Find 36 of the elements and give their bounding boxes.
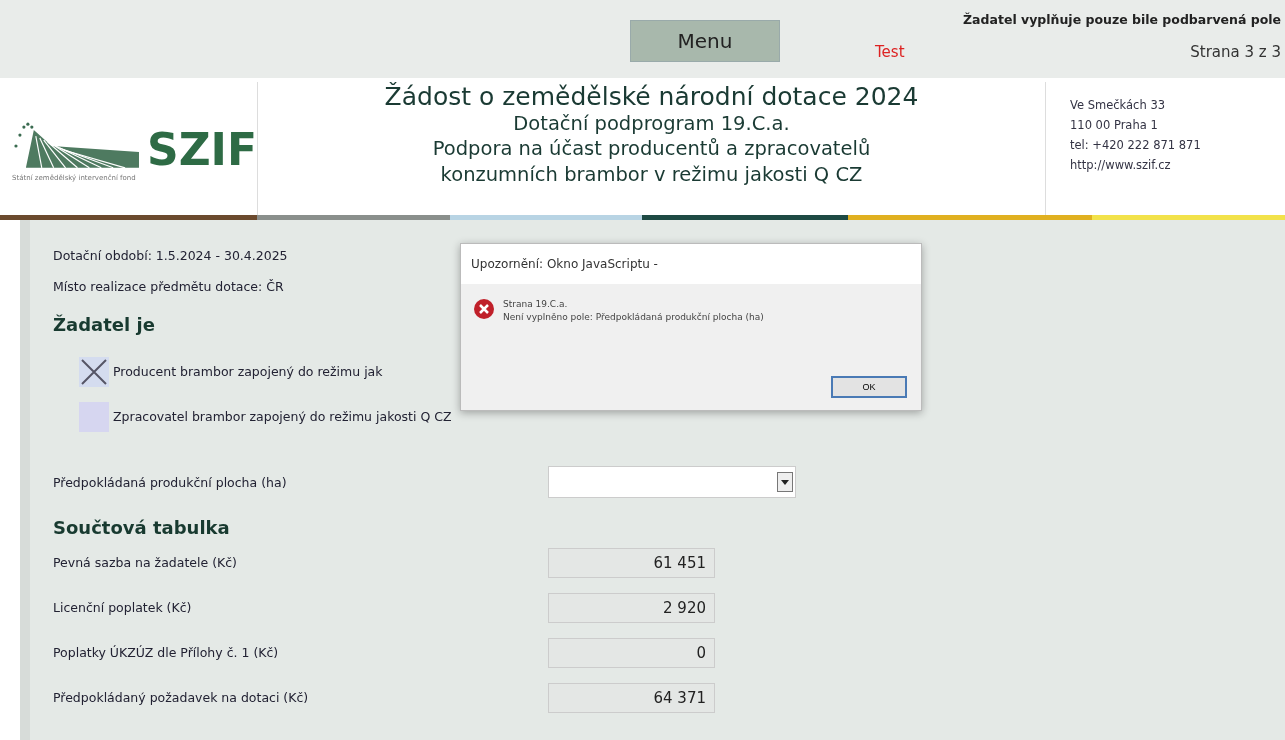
page-subtitle: konzumních brambor v režimu jakosti Q CZ: [440, 161, 863, 188]
dialog-title: Upozornění: Okno JavaScriptu -: [461, 244, 921, 284]
dialog-message: Není vyplněno pole: Předpokládaná produkční plocha (ha): [503, 310, 764, 324]
row-label: Předpokládaný požadavek na dotaci (Kč): [53, 689, 310, 707]
info-text: Místo realizace předmětu dotace: ČR: [53, 278, 284, 296]
info-text: Dotační období: 1.5.2024 - 30.4.2025: [53, 247, 288, 265]
page-subtitle: Podpora na účast producentů a zpracovatelů: [432, 136, 871, 162]
address-line: 110 00 Praha 1: [1070, 118, 1159, 132]
address-line: Ve Smečkách 33: [1070, 98, 1166, 112]
address-line: tel: +420 222 871 871: [1070, 138, 1202, 152]
page-subtitle: Dotační podprogram 19.C.a.: [513, 111, 790, 137]
menu-button[interactable]: Menu: [630, 20, 780, 62]
mode-label: Test: [875, 43, 905, 61]
row-label: Pevná sazba na žadatele (Kč): [53, 554, 238, 572]
ok-button[interactable]: OK: [831, 376, 907, 398]
row-label: Licenční poplatek (Kč): [53, 599, 193, 617]
field-label: Předpokládaná produkční plocha (ha): [53, 473, 288, 492]
section-heading: Žadatel je: [53, 314, 155, 335]
value-field: 61 451: [548, 547, 715, 578]
area-dropdown[interactable]: [548, 466, 796, 498]
dropdown-arrow-icon: [781, 479, 789, 485]
checkbox-label: Zpracovatel brambor zapojený do režimu jakosti Q CZ: [113, 408, 452, 426]
notice-text: Žadatel vyplňuje pouze bile podbarvená pole: [963, 12, 1281, 27]
value-field: 0: [548, 637, 715, 668]
section-heading: Součtová tabulka: [53, 517, 230, 538]
checkbox-label: Producent brambor zapojený do režimu jak: [113, 363, 383, 381]
dialog-message: Strana 19.C.a.: [503, 298, 569, 311]
logo-text: SZIF: [146, 127, 257, 172]
value-field: 2 920: [548, 592, 715, 623]
row-label: Poplatky ÚKZÚZ dle Přílohy č. 1 (Kč): [53, 644, 280, 662]
value-field: 64 371: [548, 682, 715, 713]
page-title: Žádost o zemědělské národní dotace 2024: [384, 82, 919, 111]
address-line: http://www.szif.cz: [1070, 158, 1172, 172]
checkbox[interactable]: [79, 356, 109, 387]
page-number: Strana 3 z 3: [1190, 43, 1281, 61]
error-icon: [473, 298, 495, 320]
